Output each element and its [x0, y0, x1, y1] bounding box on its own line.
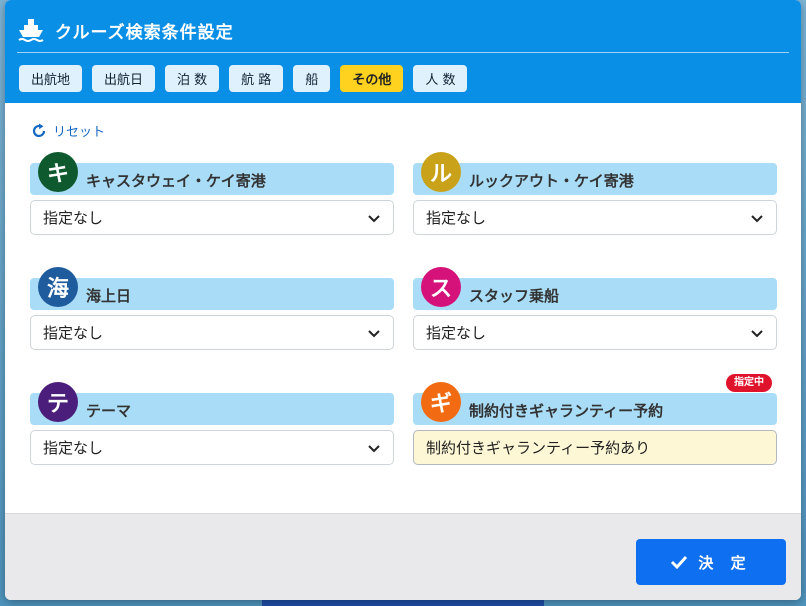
filter-select-restricted-guarantee[interactable]: 制約付きギャランティー予約あり [413, 430, 777, 465]
chevron-down-icon [368, 214, 380, 222]
chevron-down-icon [751, 214, 763, 222]
modal-title-row: クルーズ検索条件設定 [17, 14, 234, 46]
tab-departure-date[interactable]: 出航日 [92, 65, 156, 92]
tab-route[interactable]: 航 路 [229, 65, 284, 92]
select-value: 指定なし [426, 209, 487, 227]
select-value: 指定なし [426, 324, 487, 342]
filter-select-sea-days[interactable]: 指定なし [30, 315, 394, 350]
filter-restricted-guarantee: ギ 制約付きギャランティー予約 指定中 制約付きギャランティー予約あり [413, 374, 777, 465]
chevron-down-icon [368, 444, 380, 452]
tab-bar: 出航地 出航日 泊 数 航 路 船 その他 人 数 [19, 65, 468, 92]
chevron-down-icon [368, 329, 380, 337]
filter-header: ス スタッフ乗船 [413, 267, 777, 310]
tab-departure-port[interactable]: 出航地 [19, 65, 83, 92]
filter-castaway-cay: キ キャスタウェイ・ケイ寄港 指定なし [30, 152, 394, 235]
filter-select-lookout-cay[interactable]: 指定なし [413, 200, 777, 235]
filter-label: テーマ [86, 402, 132, 420]
ship-icon [17, 16, 45, 44]
tab-ship[interactable]: 船 [293, 65, 331, 92]
filter-header: テ テーマ [30, 382, 394, 425]
filter-select-theme[interactable]: 指定なし [30, 430, 394, 465]
select-value: 指定なし [43, 439, 104, 457]
filter-badge: ル [421, 152, 461, 192]
modal-title: クルーズ検索条件設定 [55, 22, 234, 43]
filter-label: ルックアウト・ケイ寄港 [469, 172, 634, 190]
filter-badge: ス [421, 267, 461, 307]
select-value: 制約付きギャランティー予約あり [426, 439, 651, 457]
filter-header: ギ 制約付きギャランティー予約 指定中 [413, 374, 777, 425]
select-value: 指定なし [43, 324, 104, 342]
modal-header: クルーズ検索条件設定 出航地 出航日 泊 数 航 路 船 その他 人 数 [5, 0, 801, 103]
filter-label: スタッフ乗船 [469, 287, 560, 305]
filter-badge: キ [38, 152, 78, 192]
filter-select-staff-onboard[interactable]: 指定なし [413, 315, 777, 350]
filter-staff-onboard: ス スタッフ乗船 指定なし [413, 267, 777, 350]
tab-nights[interactable]: 泊 数 [165, 65, 220, 92]
reset-label: リセット [53, 125, 106, 140]
filter-header: ル ルックアウト・ケイ寄港 [413, 152, 777, 195]
filter-theme: テ テーマ 指定なし [30, 382, 394, 465]
filter-label: 制約付きギャランティー予約 [469, 402, 664, 420]
filter-header: キ キャスタウェイ・ケイ寄港 [30, 152, 394, 195]
refresh-icon [32, 123, 46, 137]
filter-sea-days: 海 海上日 指定なし [30, 267, 394, 350]
filter-select-castaway-cay[interactable]: 指定なし [30, 200, 394, 235]
select-value: 指定なし [43, 209, 104, 227]
filter-header: 海 海上日 [30, 267, 394, 310]
filter-label: 海上日 [86, 287, 132, 305]
confirm-button[interactable]: 決 定 [636, 539, 786, 585]
filter-badge: テ [38, 382, 78, 422]
reset-button[interactable]: リセット [31, 121, 105, 140]
chevron-down-icon [751, 329, 763, 337]
header-divider [17, 52, 789, 53]
checkmark-icon [671, 555, 688, 570]
tab-other[interactable]: その他 [340, 65, 404, 92]
filter-badge: 海 [38, 267, 78, 307]
status-badge: 指定中 [726, 374, 772, 392]
search-conditions-modal: クルーズ検索条件設定 出航地 出航日 泊 数 航 路 船 その他 人 数 リセッ… [5, 0, 801, 600]
filter-lookout-cay: ル ルックアウト・ケイ寄港 指定なし [413, 152, 777, 235]
filter-badge: ギ [421, 382, 461, 422]
confirm-label: 決 定 [698, 553, 752, 572]
filter-label: キャスタウェイ・ケイ寄港 [86, 172, 266, 190]
tab-guests[interactable]: 人 数 [413, 65, 468, 92]
